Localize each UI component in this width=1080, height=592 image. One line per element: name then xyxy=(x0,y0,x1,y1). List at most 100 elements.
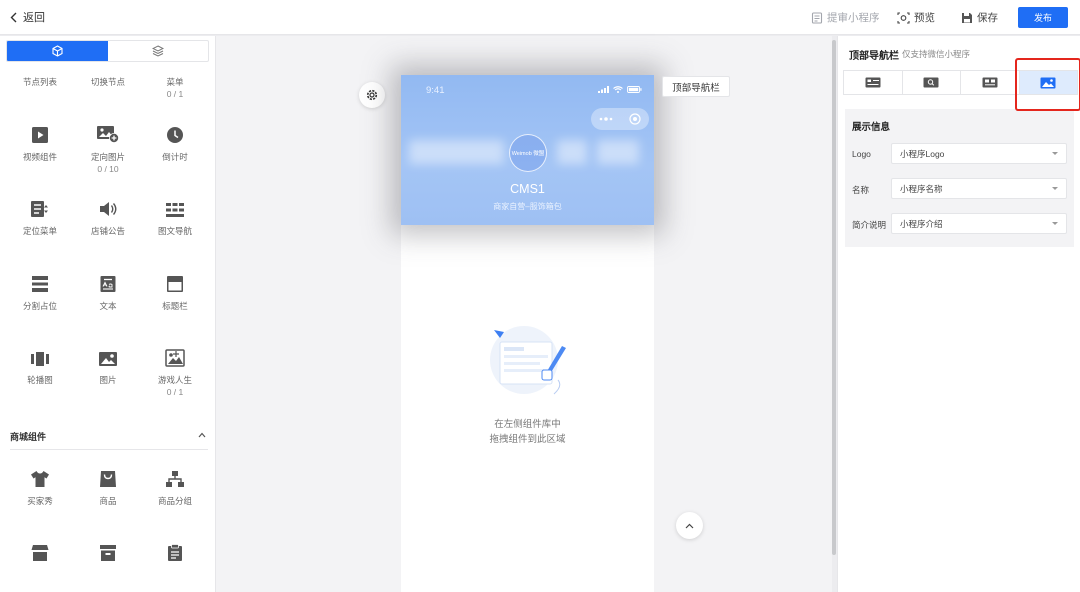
empty-hint-line2: 拖拽组件到此区域 xyxy=(489,434,566,445)
submit-review-icon xyxy=(811,11,823,24)
close-target-icon xyxy=(629,113,641,125)
tab-components[interactable] xyxy=(7,41,108,61)
layers-icon xyxy=(151,45,164,57)
component-clipboard[interactable] xyxy=(139,540,211,569)
submit-review-label: 提审小程序 xyxy=(827,12,880,24)
style-tab-image[interactable] xyxy=(1019,71,1077,94)
top-navigation-bar-preview[interactable]: 9:41 Weimob 微盟 CMS1 商家自营–服饰箱包 xyxy=(401,75,654,225)
caret-down-icon xyxy=(1052,187,1058,190)
publish-button[interactable]: 发布 xyxy=(1018,7,1068,28)
component-count: 0 / 1 xyxy=(166,89,184,99)
text-icon xyxy=(99,275,117,293)
logo-select-value: 小程序Logo xyxy=(900,148,945,159)
mini-program-capsule[interactable] xyxy=(591,108,649,130)
component-carousel[interactable]: 轮播图 xyxy=(4,345,76,386)
component-label: 视频组件 xyxy=(22,152,57,162)
component-grid-nav[interactable]: 图文导航 xyxy=(139,196,211,237)
component-store-notice[interactable]: 店铺公告 xyxy=(72,196,144,237)
style-card-icon xyxy=(982,77,998,88)
clipboard-icon xyxy=(167,544,183,562)
component-label: 游戏人生 xyxy=(157,375,192,385)
component-divider[interactable]: 分割占位 xyxy=(4,271,76,312)
status-bar-time: 9:41 xyxy=(426,85,445,96)
component-targeted-image[interactable]: 定向图片 0 / 10 xyxy=(72,122,144,175)
component-label: 菜单 xyxy=(166,77,184,87)
component-video[interactable]: 视频组件 xyxy=(4,122,76,163)
style-tab-card[interactable] xyxy=(961,71,1020,94)
component-store[interactable] xyxy=(4,540,76,569)
component-label: 分割占位 xyxy=(22,301,57,311)
mall-section-header[interactable]: 商城组件 xyxy=(10,430,208,450)
component-label: 轮播图 xyxy=(27,375,53,385)
panel-note: 仅支持微信小程序 xyxy=(902,49,971,59)
component-label: 节点列表 xyxy=(22,77,57,87)
mall-section-title: 商城组件 xyxy=(10,432,47,442)
component-count: 0 / 10 xyxy=(97,164,119,174)
more-dots-icon xyxy=(599,117,613,121)
panel-title: 顶部导航栏 xyxy=(849,51,899,62)
style-tab-text[interactable] xyxy=(844,71,903,94)
caret-down-icon xyxy=(1052,222,1058,225)
tab-layers[interactable] xyxy=(108,41,209,61)
component-label: 店铺公告 xyxy=(90,226,125,236)
component-archive[interactable] xyxy=(72,540,144,569)
preview-button[interactable]: 预览 xyxy=(897,10,935,25)
component-switch-node[interactable]: 切换节点 xyxy=(72,76,144,88)
carousel-icon xyxy=(30,351,50,367)
component-label: 定向图片 xyxy=(90,152,125,162)
component-buyer-show[interactable]: 买家秀 xyxy=(4,466,76,507)
name-select[interactable]: 小程序名称 xyxy=(891,178,1067,199)
store-icon xyxy=(31,544,49,562)
component-count: 0 / 1 xyxy=(166,387,184,397)
component-countdown[interactable]: 倒计时 xyxy=(139,122,211,163)
component-goods[interactable]: 商品 xyxy=(72,466,144,507)
component-locate-menu[interactable]: 定位菜单 xyxy=(4,196,76,237)
chevron-up-icon[interactable] xyxy=(198,432,206,438)
component-title-bar[interactable]: 标题栏 xyxy=(139,271,211,312)
style-image-icon xyxy=(1040,77,1056,89)
component-picture[interactable]: 图片 xyxy=(72,345,144,386)
intro-select[interactable]: 小程序介绍 xyxy=(891,213,1067,234)
name-select-value: 小程序名称 xyxy=(900,183,943,194)
component-label: 定位菜单 xyxy=(22,226,57,236)
shopping-bag-icon xyxy=(99,470,117,488)
nav-bar-tooltip[interactable]: 顶部导航栏 xyxy=(662,76,730,97)
blurred-background-bar xyxy=(409,140,504,164)
property-panel: 顶部导航栏 仅支持微信小程序 展示信息 Logo 小程序Logo 名称 小程序名… xyxy=(837,36,1080,592)
tshirt-icon xyxy=(30,470,50,488)
component-game-life[interactable]: 游戏人生 0 / 1 xyxy=(139,345,211,398)
component-node-list[interactable]: 节点列表 xyxy=(4,76,76,88)
style-search-icon xyxy=(923,77,939,88)
component-label: 图片 xyxy=(99,375,117,385)
component-label: 切换节点 xyxy=(90,77,125,87)
component-label: 文本 xyxy=(99,301,117,311)
signal-icon xyxy=(598,86,609,93)
name-field-label: 名称 xyxy=(852,185,870,195)
preview-label: 预览 xyxy=(914,12,935,24)
wifi-icon xyxy=(613,86,623,93)
archive-icon xyxy=(99,544,117,562)
style-tab-search[interactable] xyxy=(902,71,961,94)
logo-select[interactable]: 小程序Logo xyxy=(891,143,1067,164)
component-label: 商品分组 xyxy=(157,496,192,506)
save-button[interactable]: 保存 xyxy=(961,10,998,25)
component-text[interactable]: 文本 xyxy=(72,271,144,312)
scroll-to-top-button[interactable] xyxy=(676,512,703,539)
org-tree-icon xyxy=(165,470,185,488)
canvas-scrollbar[interactable] xyxy=(832,40,836,555)
submit-review-button[interactable]: 提审小程序 xyxy=(811,10,880,25)
back-button[interactable]: 返回 xyxy=(10,9,45,25)
blurred-background-bar xyxy=(597,140,639,164)
component-label: 商品 xyxy=(99,496,117,506)
caret-down-icon xyxy=(1052,152,1058,155)
intro-select-value: 小程序介绍 xyxy=(900,218,943,229)
page-settings-button[interactable] xyxy=(359,82,385,108)
logo-text: Weimob 微盟 xyxy=(511,151,545,157)
game-image-icon xyxy=(165,349,185,367)
chevron-up-icon xyxy=(685,523,694,529)
library-tabs xyxy=(6,40,209,62)
component-menu[interactable]: 菜单 0 / 1 xyxy=(139,76,211,100)
display-info-section: 展示信息 Logo 小程序Logo 名称 小程序名称 简介说明 小程序介绍 xyxy=(845,109,1074,247)
component-goods-group[interactable]: 商品分组 xyxy=(139,466,211,507)
display-info-title: 展示信息 xyxy=(852,122,891,133)
